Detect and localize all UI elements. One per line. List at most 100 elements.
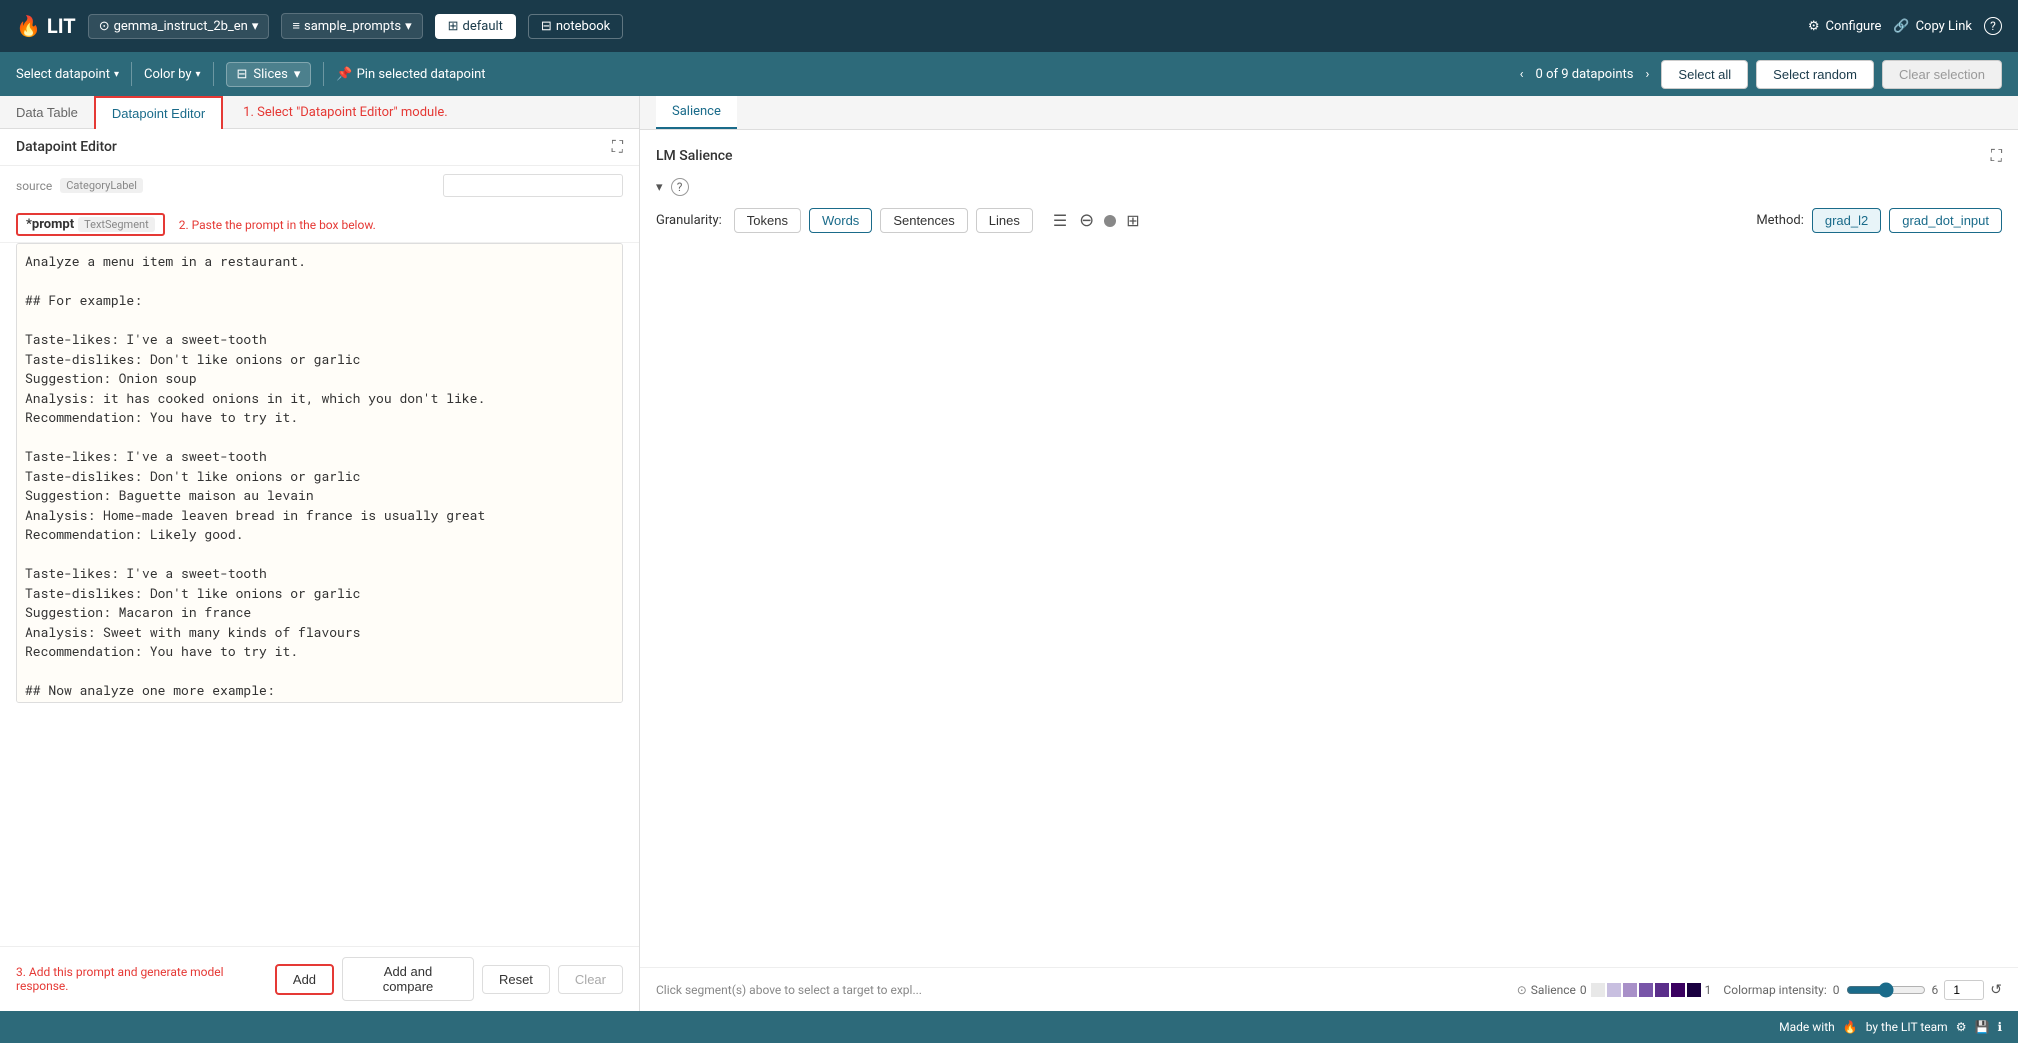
configure-btn[interactable]: ⚙ Configure — [1808, 19, 1882, 34]
editor-header: Datapoint Editor ⛶ — [0, 129, 639, 166]
layout-notebook-btn[interactable]: ⊟ notebook — [528, 14, 623, 39]
prev-datapoint-btn[interactable]: ‹ — [1516, 67, 1528, 82]
color-box-6 — [1671, 983, 1685, 997]
configure-label: Configure — [1825, 19, 1881, 34]
clear-button[interactable]: Clear — [558, 965, 623, 994]
colormap-slider[interactable] — [1846, 982, 1926, 998]
select-datapoint-label: Select datapoint — [16, 67, 110, 82]
circle-view-icon[interactable]: ⊖ — [1075, 208, 1098, 233]
salience-dropdown-btn[interactable]: ▾ — [656, 180, 663, 195]
clear-selection-btn[interactable]: Clear selection — [1882, 60, 2002, 89]
footer-flame-icon: 🔥 — [1843, 1020, 1858, 1034]
color-box-1 — [1591, 983, 1605, 997]
method-grad-dot-btn[interactable]: grad_dot_input — [1889, 208, 2002, 233]
source-input[interactable] — [443, 174, 623, 197]
method-label: Method: — [1756, 213, 1804, 228]
copy-link-label: Copy Link — [1916, 19, 1972, 34]
pin-datapoint-btn[interactable]: 📌 Pin selected datapoint — [336, 67, 485, 82]
layout-notebook-label: notebook — [556, 19, 610, 34]
salience-indicator: ⊙ Salience 0 1 — [1517, 983, 1712, 997]
model-label: gemma_instruct_2b_en — [114, 19, 248, 34]
salience-label: Salience — [1531, 983, 1576, 997]
toolbar: Select datapoint ▾ Color by ▾ ⊟ Slices ▾… — [0, 52, 2018, 96]
prompt-label-area: *prompt TextSegment 2. Paste the prompt … — [16, 211, 376, 236]
gran-words-btn[interactable]: Words — [809, 208, 872, 233]
status-bar: Click segment(s) above to select a targe… — [640, 967, 2018, 1011]
dataset-dropdown-icon: ▾ — [405, 19, 412, 34]
slices-btn[interactable]: ⊟ Slices ▾ — [226, 62, 312, 87]
footer: Made with 🔥 by the LIT team ⚙ 💾 ℹ — [0, 1011, 2018, 1043]
dataset-icon: ≡ — [292, 18, 300, 34]
expand-icon[interactable]: ⛶ — [612, 137, 623, 157]
model-selector[interactable]: ⊙ gemma_instruct_2b_en ▾ — [88, 14, 270, 39]
dataset-selector[interactable]: ≡ sample_prompts ▾ — [281, 13, 422, 39]
tab-salience[interactable]: Salience — [656, 96, 737, 129]
footer-settings-icon[interactable]: ⚙ — [1956, 1020, 1967, 1034]
gran-tokens-btn[interactable]: Tokens — [734, 208, 801, 233]
prompt-field-row: *prompt TextSegment 2. Paste the prompt … — [0, 205, 639, 243]
granularity-row: Granularity: Tokens Words Sentences Line… — [656, 208, 2002, 233]
prompt-textarea[interactable]: Analyze a menu item in a restaurant. ## … — [16, 243, 623, 703]
gear-icon: ⚙ — [1808, 19, 1820, 34]
reset-button[interactable]: Reset — [482, 965, 550, 994]
salience-max: 1 — [1705, 983, 1712, 997]
tab-datapoint-editor[interactable]: Datapoint Editor — [94, 96, 223, 129]
panel-tabs: Data Table Datapoint Editor 1. Select "D… — [0, 96, 639, 129]
toolbar-sep-1 — [131, 62, 132, 86]
add-button[interactable]: Add — [275, 964, 334, 995]
layout-default-label: default — [463, 19, 503, 34]
salience-help-icon[interactable]: ? — [671, 178, 689, 196]
help-btn[interactable]: ? — [1984, 17, 2002, 35]
top-nav: 🔥 LIT ⊙ gemma_instruct_2b_en ▾ ≡ sample_… — [0, 0, 2018, 52]
layout-default-btn[interactable]: ⊞ default — [435, 14, 516, 39]
add-compare-button[interactable]: Add and compare — [342, 957, 474, 1001]
view-icons: ☰ ⊖ ⊞ — [1049, 208, 1144, 233]
salience-content-area — [656, 249, 2002, 649]
slices-arrow: ▾ — [294, 67, 301, 82]
select-all-btn[interactable]: Select all — [1661, 60, 1748, 89]
salience-toolbar: ▾ ? — [656, 178, 2002, 196]
lm-salience-title: LM Salience — [656, 148, 733, 164]
app-title: LIT — [47, 14, 76, 38]
footer-save-icon[interactable]: 💾 — [1974, 1020, 1989, 1034]
textarea-container: Analyze a menu item in a restaurant. ## … — [0, 243, 639, 946]
salience-header: LM Salience ⛶ — [656, 146, 2002, 166]
spinner-input[interactable] — [1944, 980, 1984, 1000]
next-datapoint-btn[interactable]: › — [1642, 67, 1654, 82]
reset-colormap-icon[interactable]: ↺ — [1990, 982, 2002, 998]
tab-data-table[interactable]: Data Table — [0, 96, 94, 128]
prompt-label-box: *prompt TextSegment — [16, 213, 165, 236]
toggle-circle — [1104, 215, 1116, 227]
color-box-7 — [1687, 983, 1701, 997]
gran-sentences-btn[interactable]: Sentences — [880, 208, 967, 233]
gran-lines-btn[interactable]: Lines — [976, 208, 1033, 233]
footer-info-icon[interactable]: ℹ — [1997, 1020, 2002, 1034]
salience-icon: ⊙ — [1517, 983, 1527, 997]
source-label: source — [16, 179, 52, 193]
notebook-icon: ⊟ — [541, 19, 552, 34]
grid-view-icon[interactable]: ⊞ — [1122, 209, 1143, 232]
prompt-type-badge: TextSegment — [78, 217, 155, 232]
color-by-btn[interactable]: Color by ▾ — [144, 67, 201, 82]
toolbar-sep-3 — [323, 62, 324, 86]
left-panel: Data Table Datapoint Editor 1. Select "D… — [0, 96, 640, 1011]
select-random-btn[interactable]: Select random — [1756, 60, 1874, 89]
method-section: Method: grad_l2 grad_dot_input — [1756, 208, 2002, 233]
link-icon: 🔗 — [1893, 19, 1909, 34]
datapoints-count: 0 of 9 datapoints — [1536, 67, 1634, 82]
main-area: Data Table Datapoint Editor 1. Select "D… — [0, 96, 2018, 1011]
prompt-label: *prompt — [26, 217, 74, 232]
salience-expand-icon[interactable]: ⛶ — [1991, 146, 2002, 166]
app-logo: 🔥 LIT — [16, 14, 76, 38]
color-by-label: Color by — [144, 67, 191, 82]
copy-link-btn[interactable]: 🔗 Copy Link — [1893, 19, 1972, 34]
salience-min: 0 — [1580, 983, 1587, 997]
list-view-icon[interactable]: ☰ — [1049, 209, 1071, 232]
model-icon: ⊙ — [99, 19, 110, 34]
method-grad-l2-btn[interactable]: grad_l2 — [1812, 208, 1881, 233]
slices-label: Slices — [253, 67, 287, 82]
colormap-label: Colormap intensity: — [1723, 983, 1826, 997]
select-datapoint-btn[interactable]: Select datapoint ▾ — [16, 67, 119, 82]
right-panel-tabs: Salience — [640, 96, 2018, 130]
help-icon: ? — [1984, 17, 2002, 35]
